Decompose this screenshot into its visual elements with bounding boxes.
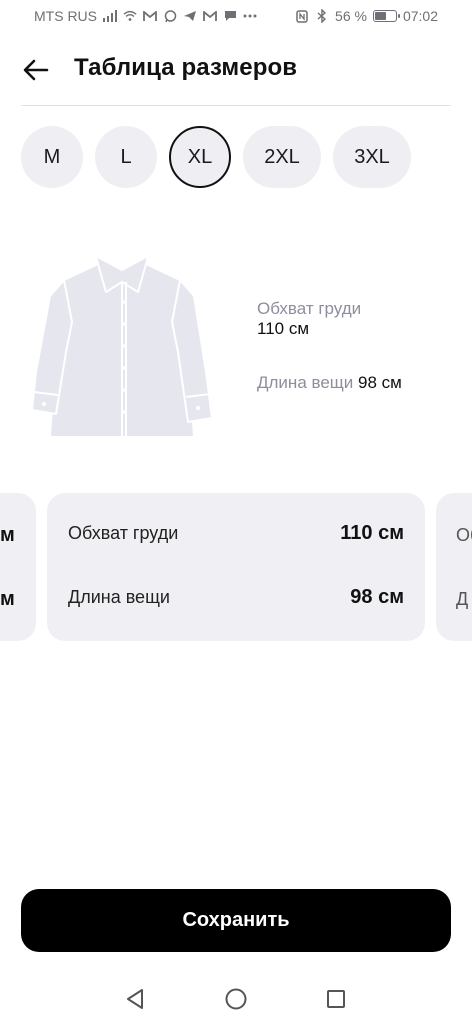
size-chip-l[interactable]: L [95,126,157,188]
card-row-length: Длина вещи 98 см [68,586,404,609]
wifi-icon [123,9,137,23]
size-card-previous[interactable]: м м [0,493,36,641]
size-cards-carousel[interactable]: м м Обхват груди 110 см Длина вещи 98 см… [0,493,472,641]
page-title: Таблица размеров [74,54,298,81]
signal-icon [103,9,117,23]
bluetooth-icon [315,9,329,23]
size-chip-xl[interactable]: XL [169,126,231,188]
back-button[interactable] [18,52,54,88]
arrow-left-icon [23,59,49,81]
card-length-label: Длина вещи [68,587,170,607]
card-row-chest: Обхват груди 110 см [68,522,404,545]
size-selector: M L XL 2XL 3XL [21,126,411,188]
card-prev-row1-value: м [0,524,15,546]
back-triangle-icon [127,989,143,1009]
card-chest-value: 110 см [340,522,404,544]
gmail-icon [143,9,157,23]
size-card-current[interactable]: Обхват груди 110 см Длина вещи 98 см [47,493,425,641]
nav-back-button[interactable] [122,986,148,1012]
header-divider [21,105,451,106]
size-chip-m[interactable]: M [21,126,83,188]
nav-recents-button[interactable] [323,986,349,1012]
nfc-icon [295,9,309,23]
length-value: 98 см [358,373,402,392]
clock: 07:02 [402,8,438,24]
card-prev-row2-value: м [0,588,15,610]
chest-label: Обхват груди [257,299,362,318]
system-navigation-bar [0,972,472,1024]
chat-icon [223,9,237,23]
recents-square-icon [327,990,345,1008]
card-next-row2-label: Д [456,589,469,609]
length-label: Длина вещи [257,373,354,392]
size-card-next[interactable]: Об Д [436,493,472,641]
card-next-row1-label: Об [456,525,472,545]
whatsapp-icon [163,9,177,23]
more-icon [243,9,257,23]
size-chip-3xl[interactable]: 3XL [333,126,411,188]
battery-icon [372,10,400,22]
chest-measure: Обхват груди 110 см [257,299,361,339]
chest-value: 110 см [257,319,310,338]
battery-percent: 56 % [335,8,367,24]
carrier-name: MTS RUS [34,8,97,24]
save-button[interactable]: Сохранить [21,889,451,952]
status-bar-right: 56 % 07:02 [295,8,438,24]
length-measure: Длина вещи 98 см [257,373,402,393]
shirt-icon [31,255,213,438]
nav-home-button[interactable] [223,986,249,1012]
app-header: Таблица размеров [0,44,472,94]
card-length-value: 98 см [350,586,404,608]
telegram-icon [183,9,197,23]
status-bar: MTS RUS 56 % 07:02 [0,0,472,34]
battery-level [374,12,386,20]
home-circle-icon [225,988,247,1010]
gmail-icon [203,9,217,23]
size-chip-2xl[interactable]: 2XL [243,126,321,188]
card-chest-label: Обхват груди [68,523,179,543]
status-bar-left: MTS RUS [34,8,257,24]
